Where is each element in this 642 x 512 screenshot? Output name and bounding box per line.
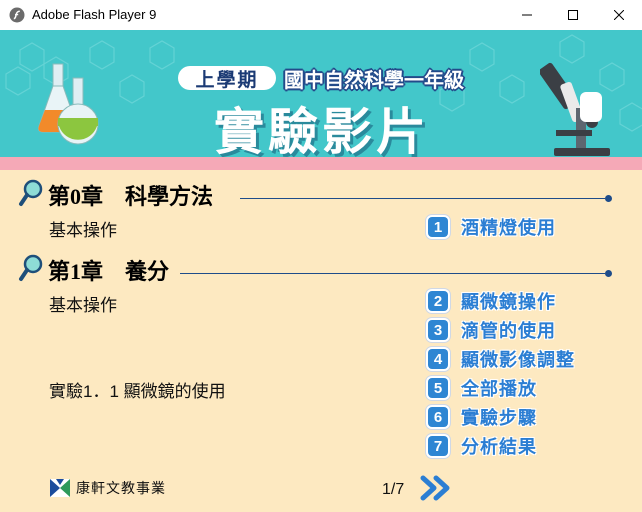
- close-icon: [614, 10, 624, 20]
- kang-hsuan-logo: [50, 479, 70, 497]
- chapter-rule: [180, 273, 605, 274]
- magnifier-icon: [19, 254, 43, 281]
- lesson-button-1[interactable]: 1 酒精燈使用: [428, 216, 556, 238]
- chapter-title: 第1章 養分: [48, 259, 170, 284]
- section-label: 實驗1．1 顯微鏡的使用: [49, 382, 226, 401]
- lesson-button-5[interactable]: 5 全部播放: [428, 377, 537, 399]
- lesson-number: 5: [428, 378, 448, 398]
- maximize-button[interactable]: [550, 0, 596, 30]
- lesson-label: 酒精燈使用: [461, 218, 556, 238]
- lesson-button-7[interactable]: 7 分析結果: [428, 435, 537, 457]
- lesson-label: 全部播放: [461, 379, 537, 399]
- next-page-button[interactable]: [420, 475, 454, 501]
- chapter-rule-dot: [605, 195, 612, 202]
- course-title: 國中自然科學一年級: [284, 70, 464, 92]
- lesson-number: 4: [428, 349, 448, 369]
- double-chevron-right-icon: [420, 475, 450, 501]
- close-button[interactable]: [596, 0, 642, 30]
- semester-badge: 上學期: [178, 66, 276, 91]
- microscope-icon: [540, 62, 610, 156]
- chapter-header: 第0章 科學方法: [18, 177, 618, 209]
- minimize-button[interactable]: [504, 0, 550, 30]
- page-indicator: 1/7: [382, 481, 405, 498]
- section-label: 基本操作: [49, 296, 117, 315]
- chapter-rule: [240, 198, 605, 199]
- window-title: Adobe Flash Player 9: [32, 7, 157, 22]
- lesson-number: 6: [428, 407, 448, 427]
- title-bar: Adobe Flash Player 9: [0, 0, 642, 30]
- publisher: 康軒文教事業: [50, 478, 166, 498]
- lesson-button-2[interactable]: 2 顯微鏡操作: [428, 290, 556, 312]
- maximize-icon: [568, 10, 578, 20]
- flasks-icon: [38, 63, 99, 145]
- chapter-header: 第1章 養分: [18, 252, 618, 284]
- lesson-button-4[interactable]: 4 顯微影像調整: [428, 348, 575, 370]
- lesson-number: 1: [428, 217, 448, 237]
- minimize-icon: [522, 14, 532, 16]
- flash-player-icon: [9, 7, 25, 23]
- lesson-label: 滴管的使用: [461, 321, 556, 341]
- magnifier-icon: [19, 179, 43, 206]
- chapter-title: 第0章 科學方法: [48, 184, 214, 209]
- page-title: 實驗影片: [214, 104, 430, 157]
- header-banner: 上學期 國中自然科學一年級 實驗影片: [0, 30, 642, 157]
- section-label: 基本操作: [49, 221, 117, 240]
- lesson-label: 顯微鏡操作: [461, 292, 556, 312]
- pink-band: [0, 157, 642, 170]
- chapter-rule-dot: [605, 270, 612, 277]
- lesson-number: 2: [428, 291, 448, 311]
- lesson-number: 3: [428, 320, 448, 340]
- lesson-label: 顯微影像調整: [461, 350, 575, 370]
- lesson-label: 實驗步驟: [461, 408, 537, 428]
- lesson-button-3[interactable]: 3 滴管的使用: [428, 319, 556, 341]
- lesson-button-6[interactable]: 6 實驗步驟: [428, 406, 537, 428]
- publisher-name: 康軒文教事業: [76, 480, 166, 496]
- lesson-number: 7: [428, 436, 448, 456]
- lesson-label: 分析結果: [461, 437, 537, 457]
